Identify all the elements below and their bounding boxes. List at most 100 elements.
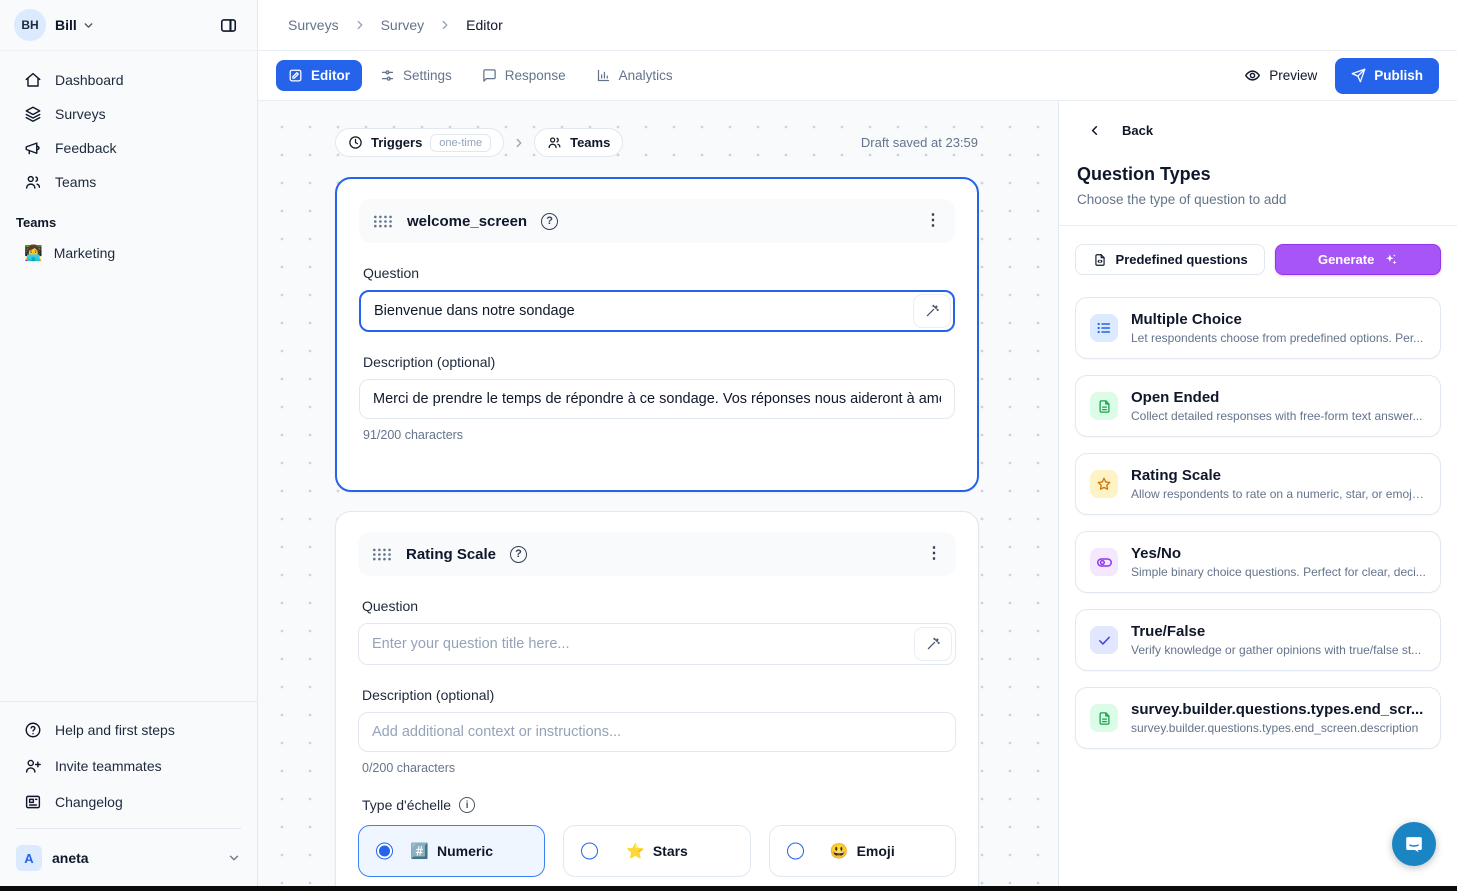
- info-icon[interactable]: i: [459, 797, 475, 813]
- sidebar-item-feedback[interactable]: Feedback: [0, 131, 257, 165]
- question-type-rating-scale[interactable]: Rating Scale Allow respondents to rate o…: [1075, 453, 1441, 515]
- sidebar-item-teams[interactable]: Teams: [0, 165, 257, 199]
- question-type-title: Multiple Choice: [1131, 311, 1423, 328]
- sidebar-item-label: Feedback: [55, 140, 116, 156]
- publish-button[interactable]: Publish: [1335, 58, 1439, 94]
- question-title-input[interactable]: [358, 623, 956, 665]
- predefined-questions-button[interactable]: Predefined questions: [1075, 244, 1265, 275]
- description-input[interactable]: [359, 379, 955, 419]
- scale-option-emoji[interactable]: 😃 Emoji: [769, 825, 956, 877]
- sidebar-item-surveys[interactable]: Surveys: [0, 97, 257, 131]
- chevron-left-icon: [1087, 123, 1102, 138]
- question-card-header: Rating Scale ? ⋮: [358, 532, 956, 576]
- sidebar-item-label: Dashboard: [55, 72, 124, 88]
- tab-response[interactable]: Response: [470, 60, 578, 91]
- help-circle-icon[interactable]: ?: [510, 546, 527, 563]
- chevron-right-icon: [353, 18, 367, 32]
- sidebar-footer: Help and first steps Invite teammates Ch…: [0, 701, 257, 891]
- toggle-icon: [1090, 548, 1118, 576]
- question-type-open-ended[interactable]: Open Ended Collect detailed responses wi…: [1075, 375, 1441, 437]
- radio-icon[interactable]: [581, 843, 598, 860]
- question-label: Question: [363, 265, 955, 281]
- more-options-icon[interactable]: ⋮: [925, 213, 941, 229]
- question-card-welcome-screen[interactable]: welcome_screen ? ⋮ Question Description …: [335, 177, 979, 492]
- tab-label: Response: [505, 68, 566, 83]
- chevron-right-icon: [438, 18, 452, 32]
- question-types-panel: Back Question Types Choose the type of q…: [1058, 101, 1457, 891]
- eye-icon: [1244, 67, 1261, 84]
- sidebar-item-help[interactable]: Help and first steps: [0, 712, 257, 748]
- one-time-badge: one-time: [430, 134, 491, 152]
- keycap-hash-emoji-icon: #️⃣: [410, 842, 429, 860]
- survey-editor-page: BH Bill Dashboard Surv: [0, 0, 1457, 891]
- workspace-switcher[interactable]: BH Bill: [0, 0, 257, 51]
- clock-icon: [348, 135, 363, 150]
- breadcrumb-survey[interactable]: Survey: [381, 17, 425, 33]
- drag-handle-icon[interactable]: [372, 547, 392, 562]
- magic-wand-icon[interactable]: [914, 627, 952, 661]
- sidebar-nav: Dashboard Surveys Feedback Teams: [0, 51, 257, 199]
- question-card-title: welcome_screen: [407, 213, 527, 230]
- question-type-end-screen[interactable]: survey.builder.questions.types.end_scr..…: [1075, 687, 1441, 749]
- editor-toolbar: Editor Settings Response Analytics: [258, 51, 1457, 101]
- sidebar-item-marketing[interactable]: 👩‍💻 Marketing: [0, 236, 257, 270]
- generate-label: Generate: [1318, 252, 1374, 267]
- account-name: aneta: [52, 850, 89, 866]
- tab-analytics[interactable]: Analytics: [584, 60, 685, 91]
- chat-widget-button[interactable]: [1392, 822, 1436, 866]
- question-card-rating-scale[interactable]: Rating Scale ? ⋮ Question Description (o…: [335, 511, 979, 891]
- magic-wand-icon[interactable]: [913, 294, 951, 328]
- users-icon: [547, 135, 562, 150]
- star-icon: [1090, 470, 1118, 498]
- publish-label: Publish: [1374, 68, 1423, 83]
- bar-chart-icon: [596, 68, 611, 83]
- description-input[interactable]: [358, 712, 956, 752]
- scale-option-stars[interactable]: ⭐ Stars: [563, 825, 750, 877]
- question-title-input[interactable]: [359, 290, 955, 332]
- question-type-title: Yes/No: [1131, 545, 1426, 562]
- sidebar-item-label: Help and first steps: [55, 722, 175, 738]
- question-type-description: Collect detailed responses with free-for…: [1131, 409, 1422, 423]
- back-label: Back: [1122, 123, 1153, 138]
- account-menu[interactable]: A aneta: [0, 837, 257, 883]
- newspaper-icon: [24, 793, 42, 811]
- sidebar-item-label: Invite teammates: [55, 758, 162, 774]
- chevron-down-icon: [82, 19, 95, 32]
- divider: [1059, 225, 1457, 226]
- user-plus-icon: [24, 757, 42, 775]
- preview-button[interactable]: Preview: [1244, 67, 1317, 84]
- teams-chip[interactable]: Teams: [534, 128, 623, 157]
- breadcrumb: Surveys Survey Editor: [258, 0, 1457, 51]
- tab-editor[interactable]: Editor: [276, 60, 362, 91]
- tab-label: Settings: [403, 68, 452, 83]
- scale-option-label: Emoji: [857, 843, 895, 859]
- breadcrumb-surveys[interactable]: Surveys: [288, 17, 339, 33]
- char-counter: 91/200 characters: [363, 428, 955, 442]
- sidebar-item-label: Changelog: [55, 794, 123, 810]
- radio-icon[interactable]: [787, 843, 804, 860]
- help-circle-icon[interactable]: ?: [541, 213, 558, 230]
- divider: [16, 828, 241, 829]
- triggers-label: Triggers: [371, 135, 422, 150]
- question-type-yes-no[interactable]: Yes/No Simple binary choice questions. P…: [1075, 531, 1441, 593]
- sidebar-item-dashboard[interactable]: Dashboard: [0, 63, 257, 97]
- generate-button[interactable]: Generate: [1275, 244, 1441, 275]
- radio-checked-icon[interactable]: [376, 843, 393, 860]
- scale-option-label: Stars: [653, 843, 688, 859]
- triggers-chip[interactable]: Triggers one-time: [335, 128, 504, 157]
- home-icon: [24, 71, 42, 89]
- question-type-true-false[interactable]: True/False Verify knowledge or gather op…: [1075, 609, 1441, 671]
- scale-option-numeric[interactable]: #️⃣ Numeric: [358, 825, 545, 877]
- collapse-sidebar-button[interactable]: [213, 10, 243, 40]
- scale-option-label: Numeric: [437, 843, 493, 859]
- back-button[interactable]: Back: [1087, 123, 1441, 138]
- sidebar-item-changelog[interactable]: Changelog: [0, 784, 257, 820]
- sidebar-item-invite[interactable]: Invite teammates: [0, 748, 257, 784]
- more-options-icon[interactable]: ⋮: [926, 546, 942, 562]
- sidebar-item-label: Teams: [55, 174, 96, 190]
- help-circle-icon: [24, 721, 42, 739]
- question-type-multiple-choice[interactable]: Multiple Choice Let respondents choose f…: [1075, 297, 1441, 359]
- chat-smile-bubble-icon: [1403, 833, 1425, 855]
- tab-settings[interactable]: Settings: [368, 60, 464, 91]
- drag-handle-icon[interactable]: [373, 214, 393, 229]
